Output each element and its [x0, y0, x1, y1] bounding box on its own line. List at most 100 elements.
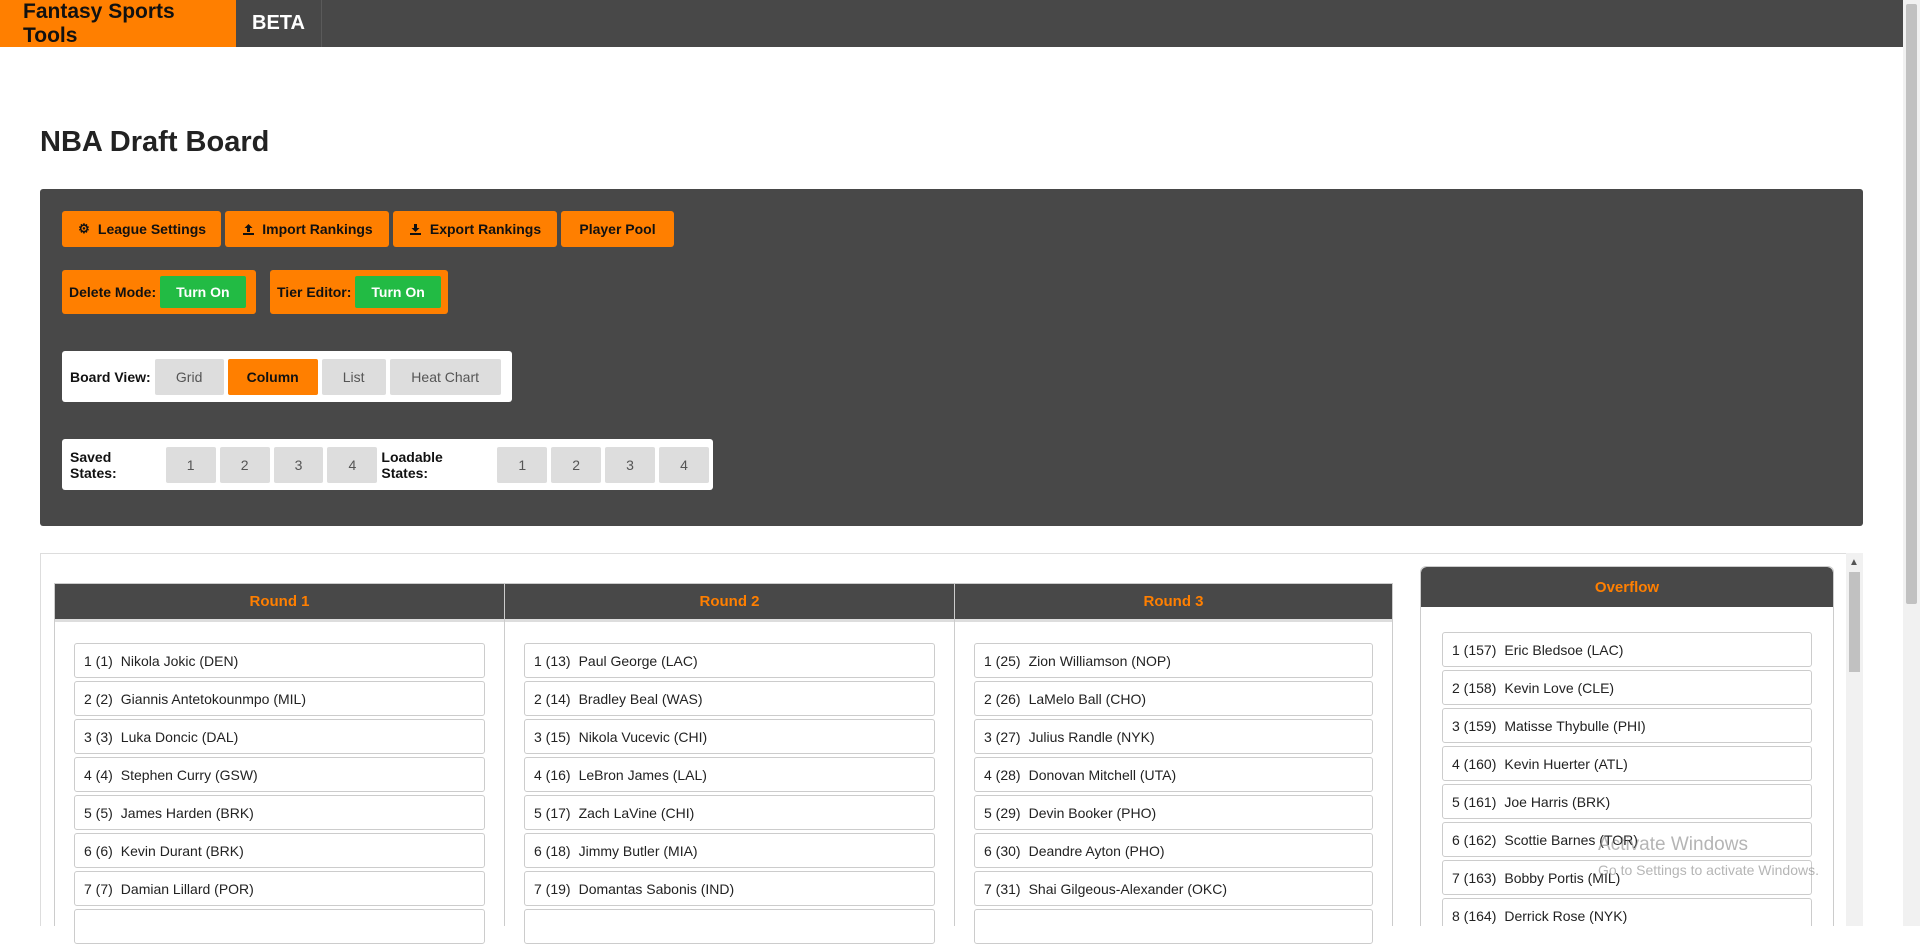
import-rankings-button[interactable]: Import Rankings: [225, 211, 389, 247]
page-scrollbar[interactable]: [1903, 0, 1920, 926]
export-rankings-button[interactable]: Export Rankings: [393, 211, 557, 247]
pick-number: 7 (31): [984, 880, 1021, 897]
tier-editor-toggle[interactable]: Turn On: [355, 276, 441, 308]
pick-card[interactable]: 7 (31) Shai Gilgeous-Alexander (OKC): [974, 871, 1373, 906]
player-name: LeBron James (LAL): [578, 766, 707, 783]
player-name: Bobby Portis (MIL): [1504, 869, 1621, 886]
pick-card[interactable]: [74, 909, 485, 944]
view-heat-chart-button[interactable]: Heat Chart: [389, 358, 501, 395]
player-name: Scottie Barnes (TOR): [1504, 831, 1638, 848]
pick-number: 6 (6): [84, 842, 113, 859]
loadable-state-2-button[interactable]: 2: [551, 446, 602, 483]
download-icon: [409, 222, 423, 236]
pick-list: 1 (1) Nikola Jokic (DEN) 2 (2) Giannis Ant…: [55, 622, 504, 944]
pick-card[interactable]: 2 (2) Giannis Antetokounmpo (MIL): [74, 681, 485, 716]
view-column-button[interactable]: Column: [227, 358, 318, 395]
pick-number: 5 (161): [1452, 793, 1497, 810]
pick-number: 2 (158): [1452, 679, 1497, 696]
view-grid-button[interactable]: Grid: [154, 358, 224, 395]
player-name: Bradley Beal (WAS): [578, 690, 703, 707]
pick-number: 3 (15): [534, 728, 571, 745]
pick-card[interactable]: 1 (1) Nikola Jokic (DEN): [74, 643, 485, 678]
pick-card[interactable]: 1 (157) Eric Bledsoe (LAC): [1442, 632, 1812, 667]
pick-card[interactable]: 4 (160) Kevin Huerter (ATL): [1442, 746, 1812, 781]
pick-number: 3 (3): [84, 728, 113, 745]
pick-card[interactable]: 5 (17) Zach LaVine (CHI): [524, 795, 935, 830]
pick-card[interactable]: 7 (7) Damian Lillard (POR): [74, 871, 485, 906]
delete-mode-toggle[interactable]: Turn On: [160, 276, 246, 308]
player-name: Donovan Mitchell (UTA): [1028, 766, 1177, 783]
player-name: Zion Williamson (NOP): [1028, 652, 1171, 669]
player-name: LaMelo Ball (CHO): [1028, 690, 1147, 707]
pick-number: 5 (29): [984, 804, 1021, 821]
player-name: Paul George (LAC): [578, 652, 698, 669]
pick-card[interactable]: 5 (29) Devin Booker (PHO): [974, 795, 1373, 830]
overflow-column: Overflow 1 (157) Eric Bledsoe (LAC) 2 (15…: [1420, 566, 1834, 926]
loadable-state-4-button[interactable]: 4: [659, 446, 709, 483]
pick-card[interactable]: 7 (19) Domantas Sabonis (IND): [524, 871, 935, 906]
view-list-button[interactable]: List: [321, 358, 386, 395]
pick-card[interactable]: 4 (4) Stephen Curry (GSW): [74, 757, 485, 792]
pick-card[interactable]: 5 (5) James Harden (BRK): [74, 795, 485, 830]
board-scrollbar[interactable]: ▲: [1846, 553, 1863, 926]
scroll-up-arrow-icon[interactable]: ▲: [1849, 557, 1859, 568]
loadable-state-3-button[interactable]: 3: [605, 446, 656, 483]
board-scroll-thumb[interactable]: [1849, 572, 1860, 672]
pick-number: 3 (27): [984, 728, 1021, 745]
pick-card[interactable]: 1 (25) Zion Williamson (NOP): [974, 643, 1373, 678]
pick-number: 6 (162): [1452, 831, 1497, 848]
saved-state-4-button[interactable]: 4: [327, 446, 378, 483]
pick-card[interactable]: 3 (3) Luka Doncic (DAL): [74, 719, 485, 754]
pick-card[interactable]: 6 (18) Jimmy Butler (MIA): [524, 833, 935, 868]
round-column: Round 2 1 (13) Paul George (LAC) 2 (14) Br…: [504, 583, 955, 944]
pick-card[interactable]: 6 (6) Kevin Durant (BRK): [74, 833, 485, 868]
pick-list: 1 (25) Zion Williamson (NOP) 2 (26) LaMelo…: [955, 622, 1392, 944]
loadable-states-label: Loadable States:: [381, 448, 443, 481]
pick-number: 7 (7): [84, 880, 113, 897]
pick-card[interactable]: 2 (14) Bradley Beal (WAS): [524, 681, 935, 716]
brand-link[interactable]: Fantasy Sports Tools: [0, 0, 236, 47]
pick-number: 5 (5): [84, 804, 113, 821]
player-name: Zach LaVine (CHI): [578, 804, 695, 821]
pick-number: 2 (2): [84, 690, 113, 707]
saved-state-2-button[interactable]: 2: [219, 446, 270, 483]
tier-editor-box: Tier Editor: Turn On: [270, 270, 448, 314]
upload-icon: [241, 222, 255, 236]
pick-card[interactable]: 3 (15) Nikola Vucevic (CHI): [524, 719, 935, 754]
saved-state-3-button[interactable]: 3: [273, 446, 324, 483]
round-column: Round 3 1 (25) Zion Williamson (NOP) 2 (2…: [954, 583, 1393, 944]
player-name: Shai Gilgeous-Alexander (OKC): [1028, 880, 1227, 897]
player-pool-button[interactable]: Player Pool: [561, 211, 674, 247]
pick-card[interactable]: [524, 909, 935, 944]
pick-card[interactable]: 5 (161) Joe Harris (BRK): [1442, 784, 1812, 819]
pick-card[interactable]: 6 (162) Scottie Barnes (TOR): [1442, 822, 1812, 857]
export-rankings-label: Export Rankings: [429, 221, 542, 237]
page-title: NBA Draft Board: [40, 126, 270, 158]
saved-state-1-button[interactable]: 1: [165, 446, 216, 483]
pick-card[interactable]: 7 (163) Bobby Portis (MIL): [1442, 860, 1812, 895]
top-navbar: Fantasy Sports Tools BETA: [0, 0, 1920, 47]
player-name: Eric Bledsoe (LAC): [1504, 641, 1624, 658]
beta-label[interactable]: BETA: [236, 0, 322, 47]
pick-card[interactable]: 8 (164) Derrick Rose (NYK): [1442, 898, 1812, 926]
saved-states-label: Saved States:: [70, 448, 117, 481]
pick-number: 1 (1): [84, 652, 113, 669]
page-scroll-thumb[interactable]: [1906, 4, 1917, 604]
player-name: Julius Randle (NYK): [1028, 728, 1155, 745]
pick-number: 7 (163): [1452, 869, 1497, 886]
pick-card[interactable]: [974, 909, 1373, 944]
pick-number: 4 (16): [534, 766, 571, 783]
pick-card[interactable]: 2 (26) LaMelo Ball (CHO): [974, 681, 1373, 716]
league-settings-label: League Settings: [97, 221, 207, 237]
loadable-state-1-button[interactable]: 1: [497, 446, 548, 483]
pick-card[interactable]: 4 (16) LeBron James (LAL): [524, 757, 935, 792]
pick-card[interactable]: 3 (27) Julius Randle (NYK): [974, 719, 1373, 754]
pick-card[interactable]: 1 (13) Paul George (LAC): [524, 643, 935, 678]
pick-card[interactable]: 2 (158) Kevin Love (CLE): [1442, 670, 1812, 705]
player-name: Giannis Antetokounmpo (MIL): [120, 690, 307, 707]
overflow-header: Overflow: [1421, 567, 1833, 607]
pick-card[interactable]: 6 (30) Deandre Ayton (PHO): [974, 833, 1373, 868]
pick-card[interactable]: 3 (159) Matisse Thybulle (PHI): [1442, 708, 1812, 743]
league-settings-button[interactable]: ⚙ League Settings: [62, 211, 221, 247]
pick-card[interactable]: 4 (28) Donovan Mitchell (UTA): [974, 757, 1373, 792]
